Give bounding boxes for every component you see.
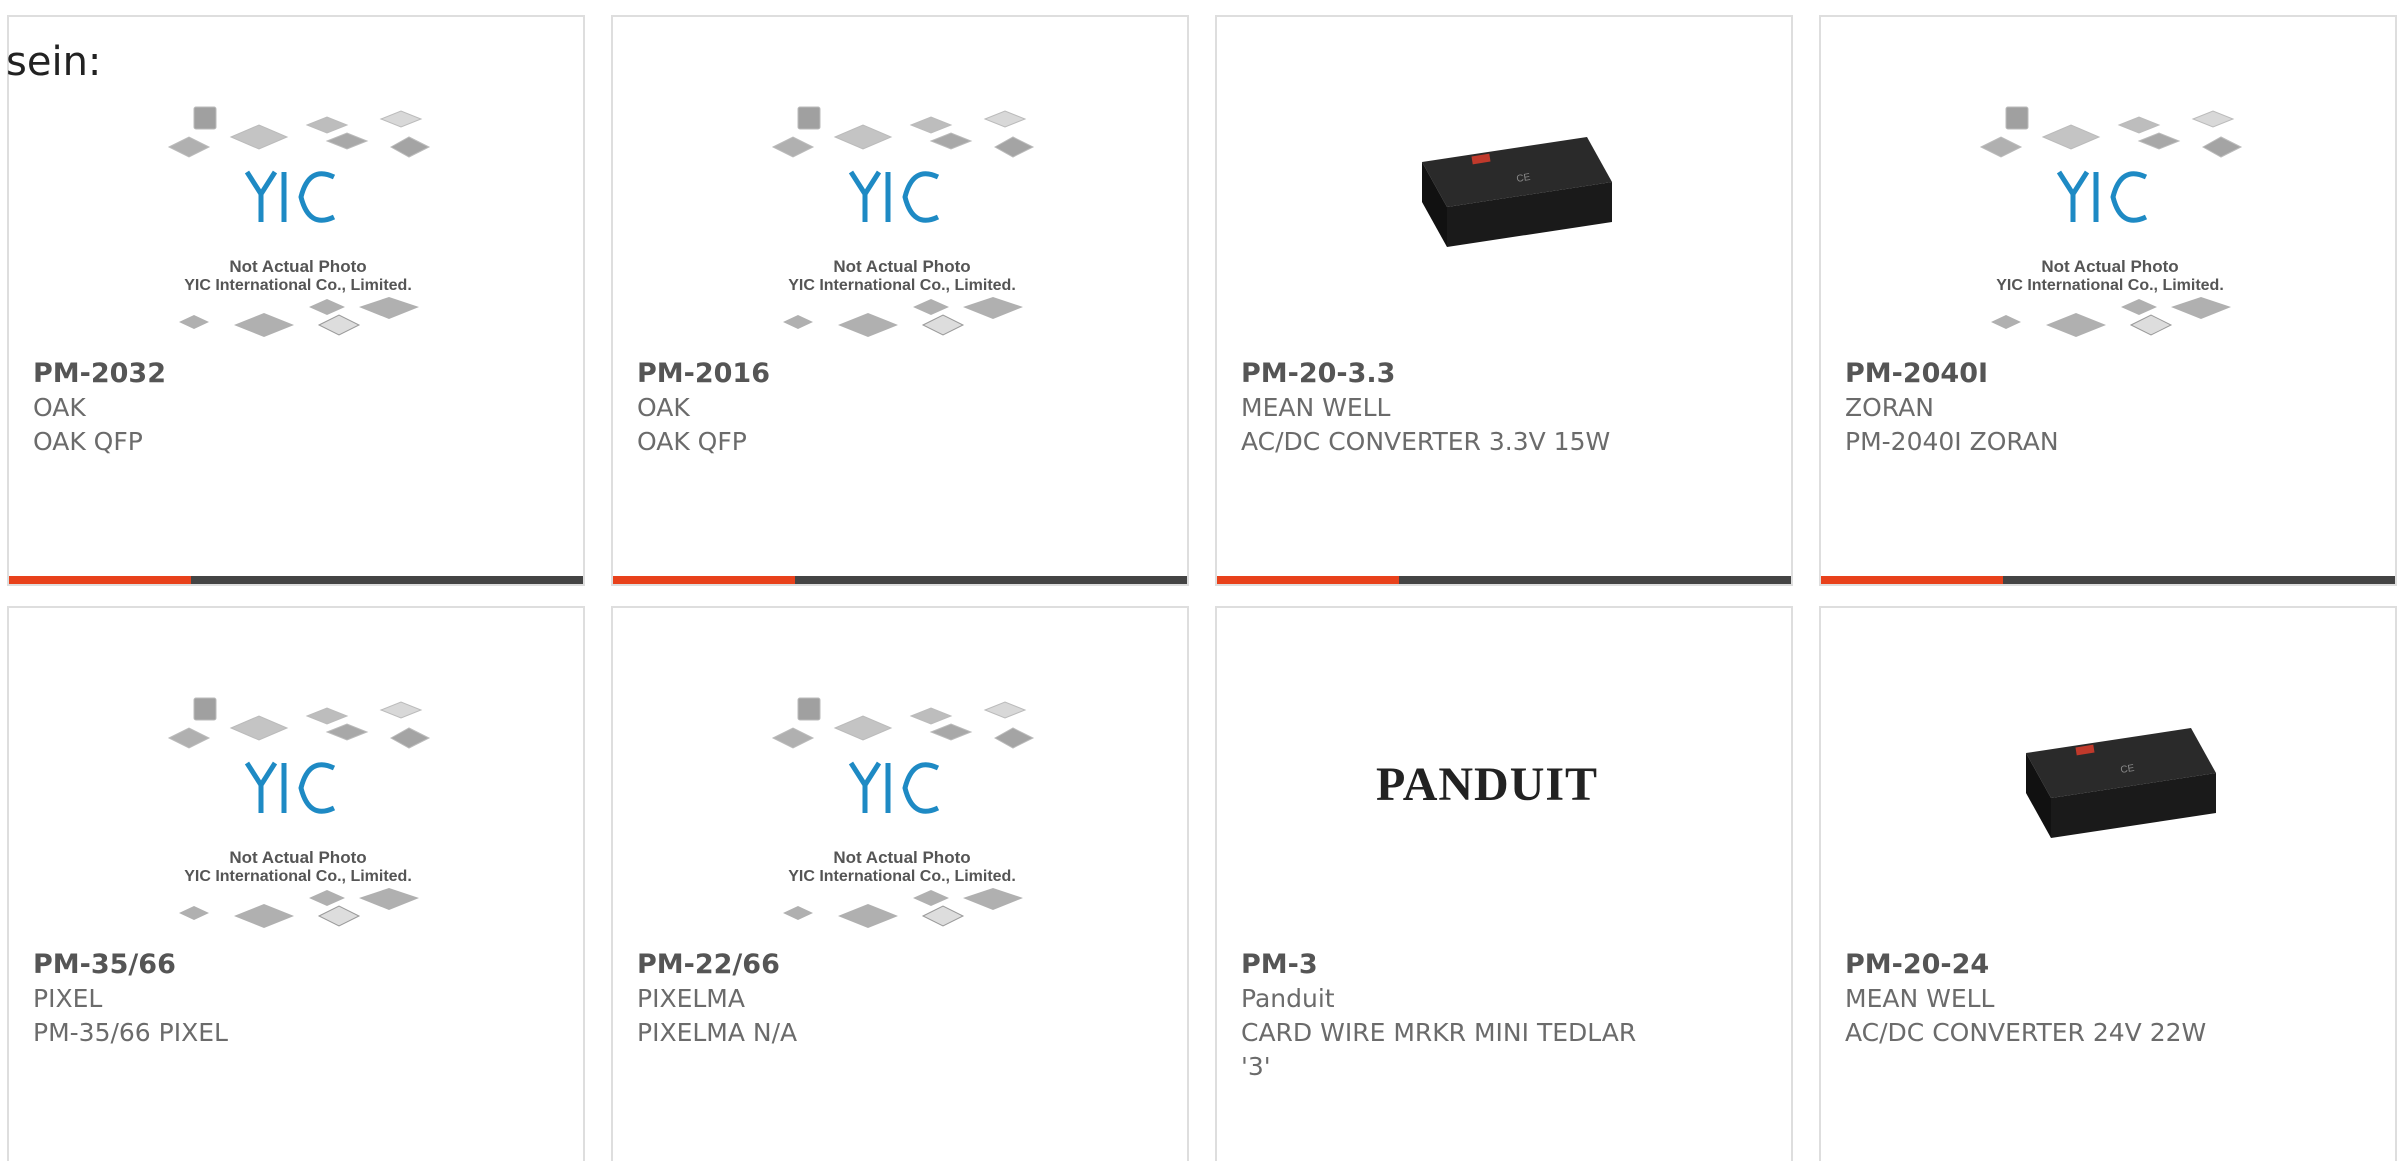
- part-number[interactable]: PM-2040I: [1845, 357, 2285, 391]
- svg-text:CE: CE: [1516, 172, 1532, 185]
- description: OAK QFP: [33, 427, 143, 456]
- product-image-placeholder[interactable]: Not Actual Photo YIC International Co., …: [613, 688, 1187, 953]
- product-image-power-module[interactable]: CE: [1217, 97, 1791, 362]
- manufacturer: Panduit: [1241, 984, 1335, 1013]
- product-image-panduit-logo[interactable]: PANDUIT: [1217, 688, 1791, 953]
- product-card[interactable]: Not Actual Photo YIC International Co., …: [1819, 15, 2397, 586]
- product-info: PM-3 Panduit CARD WIRE MRKR MINI TEDLAR …: [1241, 948, 1681, 1084]
- product-info: PM-35/66 PIXEL PM-35/66 PIXEL: [33, 948, 473, 1050]
- card-accent-bar: [1821, 576, 2003, 584]
- placeholder-line1: Not Actual Photo: [229, 257, 366, 276]
- product-image-placeholder[interactable]: Not Actual Photo YIC International Co., …: [613, 97, 1187, 362]
- manufacturer: MEAN WELL: [1241, 393, 1391, 422]
- product-info: PM-2040I ZORAN PM-2040I ZORAN: [1845, 357, 2285, 459]
- placeholder-line1: Not Actual Photo: [229, 848, 366, 867]
- stray-text: sein:: [6, 39, 102, 85]
- part-number[interactable]: PM-20-24: [1845, 948, 2285, 982]
- card-accent-bar: [1217, 576, 1399, 584]
- product-card[interactable]: Not Actual Photo YIC International Co., …: [611, 15, 1189, 586]
- placeholder-line2: YIC International Co., Limited.: [184, 277, 412, 294]
- description: PIXELMA N/A: [637, 1018, 798, 1047]
- product-card[interactable]: PANDUIT PM-3 Panduit CARD WIRE MRKR MINI…: [1215, 606, 1793, 1161]
- part-number[interactable]: PM-2032: [33, 357, 473, 391]
- manufacturer: MEAN WELL: [1845, 984, 1995, 1013]
- placeholder-line1: Not Actual Photo: [833, 257, 970, 276]
- product-card[interactable]: CE PM-20-3.3 MEAN WELL AC/DC CONVERTER 3…: [1215, 15, 1793, 586]
- card-bottom-bar: [9, 576, 583, 584]
- card-bottom-bar: [1217, 576, 1791, 584]
- manufacturer: PIXEL: [33, 984, 103, 1013]
- part-number[interactable]: PM-2016: [637, 357, 1077, 391]
- placeholder-line2: YIC International Co., Limited.: [788, 277, 1016, 294]
- product-image-power-module[interactable]: CE: [1821, 688, 2395, 953]
- description: OAK QFP: [637, 427, 747, 456]
- product-card[interactable]: CE PM-20-24 MEAN WELL AC/DC CONVERTER 24…: [1819, 606, 2397, 1161]
- product-card[interactable]: Not Actual Photo YIC International Co., …: [7, 15, 585, 586]
- product-card[interactable]: Not Actual Photo YIC International Co., …: [7, 606, 585, 1161]
- part-number[interactable]: PM-22/66: [637, 948, 1077, 982]
- product-card[interactable]: Not Actual Photo YIC International Co., …: [611, 606, 1189, 1161]
- description: AC/DC CONVERTER 3.3V 15W: [1241, 427, 1611, 456]
- part-number[interactable]: PM-20-3.3: [1241, 357, 1681, 391]
- card-bottom-bar: [1821, 576, 2395, 584]
- manufacturer: OAK: [33, 393, 86, 422]
- card-bottom-bar: [613, 576, 1187, 584]
- description: PM-2040I ZORAN: [1845, 427, 2059, 456]
- product-grid: sein: Not Actual Photo YIC International…: [0, 0, 2400, 1161]
- description: AC/DC CONVERTER 24V 22W: [1845, 1018, 2207, 1047]
- description: CARD WIRE MRKR MINI TEDLAR '3': [1241, 1018, 1637, 1081]
- product-image-placeholder[interactable]: Not Actual Photo YIC International Co., …: [9, 688, 583, 953]
- part-number[interactable]: PM-35/66: [33, 948, 473, 982]
- product-info: PM-20-3.3 MEAN WELL AC/DC CONVERTER 3.3V…: [1241, 357, 1681, 459]
- manufacturer: ZORAN: [1845, 393, 1934, 422]
- manufacturer: PIXELMA: [637, 984, 745, 1013]
- part-number[interactable]: PM-3: [1241, 948, 1681, 982]
- product-info: PM-22/66 PIXELMA PIXELMA N/A: [637, 948, 1077, 1050]
- card-accent-bar: [9, 576, 191, 584]
- placeholder-line2: YIC International Co., Limited.: [184, 868, 412, 885]
- manufacturer: OAK: [637, 393, 690, 422]
- product-image-placeholder[interactable]: Not Actual Photo YIC International Co., …: [9, 97, 583, 362]
- placeholder-line2: YIC International Co., Limited.: [1996, 277, 2224, 294]
- description: PM-35/66 PIXEL: [33, 1018, 228, 1047]
- placeholder-line1: Not Actual Photo: [833, 848, 970, 867]
- product-info: PM-20-24 MEAN WELL AC/DC CONVERTER 24V 2…: [1845, 948, 2285, 1050]
- product-image-placeholder[interactable]: Not Actual Photo YIC International Co., …: [1821, 97, 2395, 362]
- product-info: PM-2032 OAK OAK QFP: [33, 357, 473, 459]
- panduit-logo: PANDUIT: [1376, 758, 1598, 811]
- product-info: PM-2016 OAK OAK QFP: [637, 357, 1077, 459]
- svg-text:CE: CE: [2120, 763, 2136, 776]
- placeholder-line2: YIC International Co., Limited.: [788, 868, 1016, 885]
- card-accent-bar: [613, 576, 795, 584]
- placeholder-line1: Not Actual Photo: [2041, 257, 2178, 276]
